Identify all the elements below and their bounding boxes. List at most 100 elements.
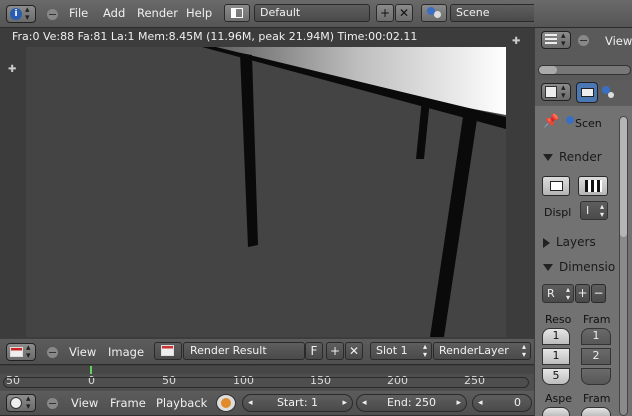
- top-right-filler: [534, 0, 632, 28]
- remove-preset-button[interactable]: −: [591, 284, 606, 303]
- properties-header: ▴ ▾: [535, 80, 632, 106]
- plus-icon: +: [329, 344, 341, 358]
- chevron-updown-icon: ▴ ▾: [26, 394, 31, 412]
- delete-layout-button[interactable]: ✕: [395, 4, 413, 22]
- timeline-ruler[interactable]: 50 0 50 100 150 200 250: [0, 366, 534, 391]
- screen-layout-button[interactable]: [224, 4, 250, 22]
- render-layer-select[interactable]: RenderLayer ▴ ▾: [433, 342, 531, 360]
- unlink-image-button[interactable]: ✕: [345, 342, 363, 360]
- collapse-menus-icon[interactable]: [47, 398, 58, 409]
- plus-icon: +: [577, 286, 588, 300]
- menu-playback[interactable]: Playback: [156, 396, 207, 410]
- editor-type-info-button[interactable]: i ▴ ▾: [6, 5, 36, 23]
- editor-type-properties-button[interactable]: ▴ ▾: [541, 83, 571, 101]
- preview-range-button[interactable]: [216, 394, 236, 412]
- new-image-button[interactable]: +: [326, 342, 344, 360]
- editor-type-outliner-button[interactable]: ▴ ▾: [541, 31, 571, 49]
- collapse-arrow-icon: [543, 237, 550, 248]
- collapse-menus-icon[interactable]: [47, 347, 58, 358]
- chevron-updown-icon: ▴ ▾: [599, 202, 604, 219]
- editor-type-image-button[interactable]: ▴ ▾: [6, 343, 36, 361]
- menu-frame[interactable]: Frame: [110, 396, 146, 410]
- end-frame-value: End: 250: [386, 396, 437, 409]
- minus-icon: −: [593, 286, 604, 300]
- slot-select[interactable]: Slot 1 ▴ ▾: [370, 342, 432, 360]
- image-editor-icon: [10, 347, 23, 357]
- resolution-x-field[interactable]: 1: [542, 328, 570, 345]
- plus-corner-icon[interactable]: ✚: [8, 64, 16, 75]
- preset-value: R: [547, 287, 555, 300]
- menu-help[interactable]: Help: [186, 6, 212, 20]
- menu-view[interactable]: View: [605, 34, 632, 48]
- plus-corner-icon[interactable]: ✚: [512, 36, 520, 47]
- add-layout-button[interactable]: +: [376, 4, 394, 22]
- image-name-field[interactable]: Render Result: [183, 342, 305, 360]
- frame-rate-field[interactable]: [581, 407, 611, 416]
- chevron-updown-icon: ▴ ▾: [422, 342, 427, 359]
- scene-icon-dot: [608, 92, 614, 98]
- current-frame-field[interactable]: ◂ 0: [472, 394, 532, 412]
- menu-image[interactable]: Image: [108, 345, 144, 359]
- chevron-updown-icon: ▴ ▾: [521, 342, 526, 359]
- collapse-menus-icon[interactable]: [47, 9, 58, 20]
- render-result-image: [26, 47, 506, 337]
- render-scene-graphic: [26, 47, 506, 337]
- expand-arrow-icon: [543, 154, 553, 161]
- editor-type-timeline-button[interactable]: ▴ ▾: [6, 394, 36, 412]
- render-still-button[interactable]: [542, 176, 570, 196]
- render-tab[interactable]: [576, 82, 598, 103]
- menu-add[interactable]: Add: [103, 6, 125, 20]
- dimensions-panel-header[interactable]: Dimensio: [535, 260, 632, 274]
- menu-view[interactable]: View: [71, 396, 98, 410]
- scene-tab-button[interactable]: [600, 82, 618, 103]
- clapperboard-icon: [585, 180, 602, 192]
- properties-icon: [545, 86, 557, 98]
- layers-panel-header[interactable]: Layers: [535, 235, 632, 249]
- properties-scroll-thumb[interactable]: [620, 117, 627, 237]
- current-frame-marker[interactable]: [90, 366, 92, 374]
- chevron-updown-icon: ▴ ▾: [25, 5, 30, 23]
- frame-step-field[interactable]: [581, 368, 611, 385]
- menu-view[interactable]: View: [69, 345, 96, 359]
- scene-icon-dot: [434, 11, 441, 18]
- start-frame-value: Start: 1: [276, 396, 319, 409]
- clock-icon: [221, 398, 231, 408]
- image-editor-header: ▴ ▾ View Image Render Result F + ✕ Slot 1…: [0, 339, 534, 365]
- frame-start-field[interactable]: 1: [581, 328, 611, 345]
- clock-icon: [10, 397, 22, 409]
- render-animation-button[interactable]: [578, 176, 608, 196]
- outliner-scrollbar[interactable]: [538, 65, 631, 75]
- current-frame-value: 0: [514, 396, 521, 409]
- chevron-updown-icon: ▴ ▾: [565, 285, 570, 302]
- menu-file[interactable]: File: [69, 6, 88, 20]
- collapse-menus-icon[interactable]: [578, 35, 589, 46]
- outliner-icon: [545, 34, 557, 46]
- camera-icon: [581, 88, 594, 97]
- arrow-left-icon: ◂: [362, 398, 367, 408]
- fake-user-button[interactable]: F: [305, 342, 323, 360]
- scene-browse-button[interactable]: [421, 4, 447, 22]
- image-browse-button[interactable]: [154, 342, 182, 360]
- aspect-x-field[interactable]: [542, 407, 570, 416]
- display-label: Displ: [544, 206, 572, 219]
- end-frame-field[interactable]: ◂ End: 250 ▸: [356, 394, 467, 412]
- display-select[interactable]: I ▴ ▾: [580, 201, 608, 220]
- outliner-scroll-thumb[interactable]: [539, 66, 557, 74]
- arrow-right-icon: ▸: [342, 398, 347, 408]
- render-info-text: Fra:0 Ve:88 Fa:81 La:1 Mem:8.45M (11.96M…: [12, 30, 418, 43]
- layout-grid-icon: [231, 8, 243, 18]
- add-preset-button[interactable]: +: [575, 284, 590, 303]
- resolution-y-field[interactable]: 1: [542, 348, 570, 365]
- properties-scrollbar[interactable]: [619, 116, 628, 416]
- start-frame-field[interactable]: ◂ Start: 1 ▸: [242, 394, 353, 412]
- screen-layout-field[interactable]: Default: [254, 4, 370, 22]
- timeline-scrollbar[interactable]: [3, 377, 529, 388]
- plus-icon: +: [379, 6, 391, 20]
- render-preset-select[interactable]: R ▴ ▾: [542, 284, 574, 303]
- pin-icon[interactable]: 📌: [543, 114, 559, 129]
- menu-render[interactable]: Render: [137, 6, 178, 20]
- resolution-percent-field[interactable]: 5: [542, 368, 570, 385]
- chevron-updown-icon: ▴ ▾: [561, 31, 566, 49]
- frame-end-field[interactable]: 2: [581, 348, 611, 365]
- render-panel-header[interactable]: Render: [535, 150, 632, 164]
